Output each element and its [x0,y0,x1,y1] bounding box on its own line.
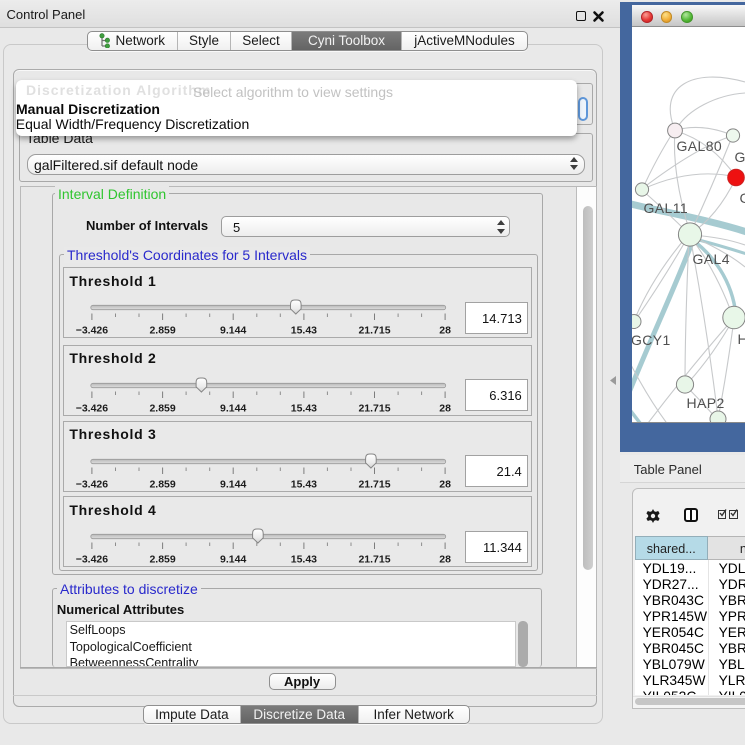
svg-text:9.144: 9.144 [220,325,246,337]
svg-text:21.715: 21.715 [358,554,390,566]
svg-text:−3.426: −3.426 [75,478,108,490]
svg-text:GA: GA [735,149,745,165]
svg-text:−3.426: −3.426 [75,402,108,414]
svg-text:GAL80: GAL80 [677,138,723,154]
svg-text:28: 28 [439,478,451,490]
svg-text:HAP2: HAP2 [687,395,725,411]
svg-text:15.43: 15.43 [291,325,317,337]
svg-text:−3.426: −3.426 [75,554,108,566]
svg-text:2.859: 2.859 [149,478,175,490]
svg-text:C: C [740,190,745,206]
svg-text:9.144: 9.144 [220,554,246,566]
svg-text:2.859: 2.859 [149,554,175,566]
svg-text:28: 28 [439,554,451,566]
svg-text:H: H [738,331,745,347]
svg-text:GAL4: GAL4 [693,251,730,267]
svg-text:21.715: 21.715 [358,478,390,490]
svg-text:15.43: 15.43 [291,402,317,414]
svg-text:GAL11: GAL11 [644,200,689,216]
svg-text:15.43: 15.43 [291,554,317,566]
svg-text:21.715: 21.715 [358,325,390,337]
svg-text:9.144: 9.144 [220,478,246,490]
svg-text:2.859: 2.859 [149,402,175,414]
svg-text:9.144: 9.144 [220,402,246,414]
svg-text:28: 28 [439,402,451,414]
svg-text:15.43: 15.43 [291,478,317,490]
svg-text:28: 28 [439,325,451,337]
svg-text:GCY1: GCY1 [632,332,671,348]
svg-text:2.859: 2.859 [149,325,175,337]
svg-text:21.715: 21.715 [358,402,390,414]
svg-text:−3.426: −3.426 [75,325,108,337]
